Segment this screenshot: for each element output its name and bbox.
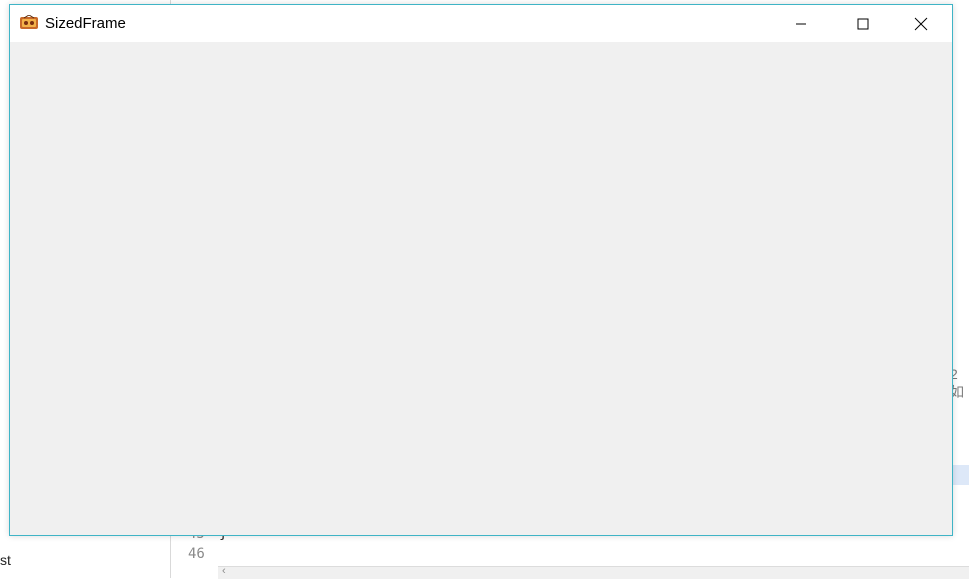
java-app-icon — [20, 15, 38, 29]
gutter-line-number: 46 — [188, 546, 205, 562]
scroll-left-icon[interactable]: ‹ — [222, 565, 226, 577]
close-icon — [914, 17, 928, 30]
ide-line-highlight — [953, 465, 969, 485]
minimize-icon — [796, 23, 806, 24]
ide-left-panel-text: st — [0, 552, 11, 568]
close-button[interactable] — [898, 5, 944, 42]
maximize-icon — [857, 18, 869, 29]
minimize-button[interactable] — [778, 5, 824, 42]
window-title: SizedFrame — [45, 15, 126, 32]
sizedframe-window[interactable]: SizedFrame — [9, 4, 953, 536]
window-content[interactable] — [10, 42, 952, 535]
ide-horizontal-scrollbar[interactable]: ‹ — [218, 565, 969, 579]
title-bar[interactable]: SizedFrame — [10, 5, 952, 42]
maximize-button[interactable] — [840, 5, 886, 42]
